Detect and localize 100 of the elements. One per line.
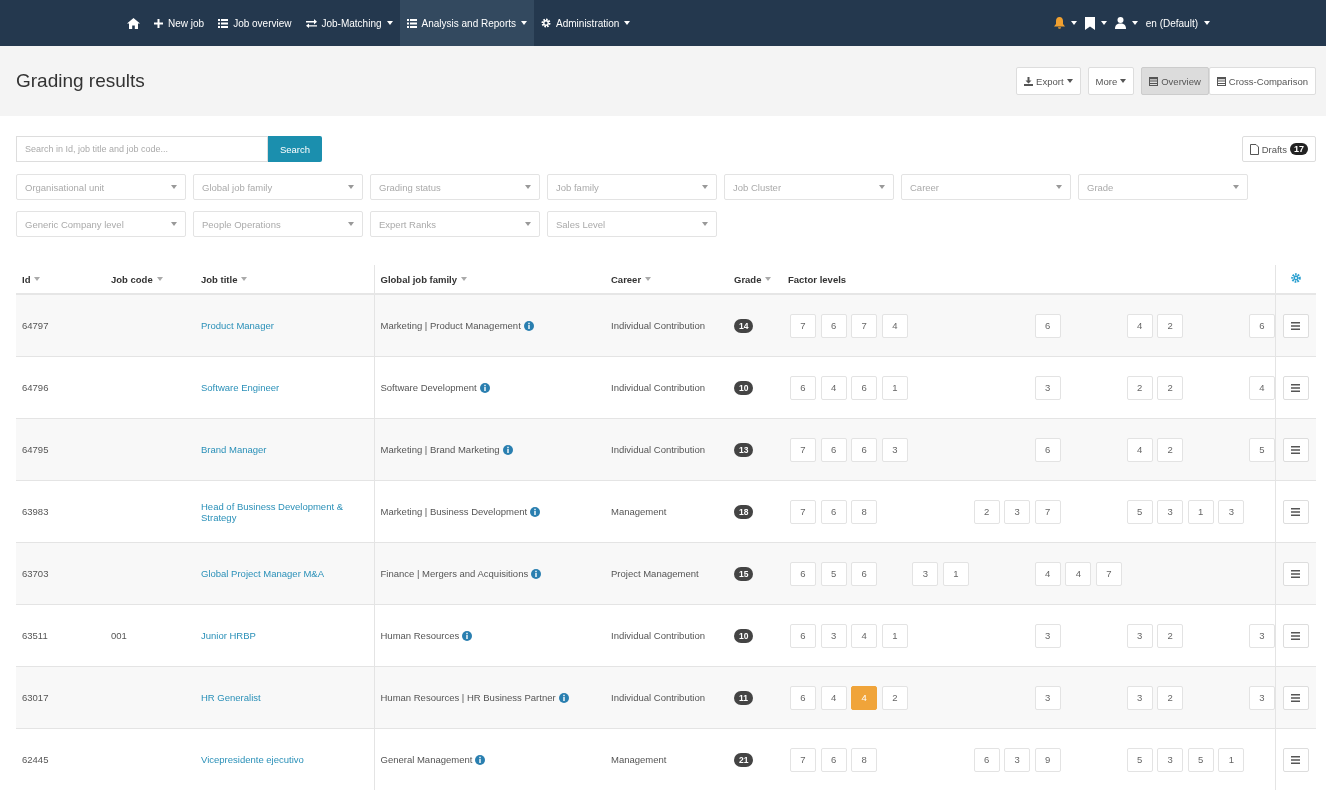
info-icon[interactable]	[530, 506, 541, 517]
filter-dropdown[interactable]: Grading status	[370, 174, 540, 200]
factor-level: 3	[1034, 685, 1061, 710]
factor-level: 5	[1126, 499, 1153, 524]
language-menu[interactable]: en (Default)	[1141, 0, 1214, 46]
factor-level: 6	[820, 499, 847, 524]
caret-icon	[1204, 21, 1210, 25]
home-icon	[127, 17, 140, 29]
caret-icon	[1066, 79, 1073, 83]
factor-level: 4	[881, 313, 908, 338]
nav-link[interactable]: New job	[147, 0, 212, 46]
factor-level: 6	[1034, 313, 1061, 338]
column-header: Factor levels	[788, 273, 847, 285]
sortable-header[interactable]: Career	[611, 273, 652, 285]
info-icon[interactable]	[523, 320, 534, 331]
user-icon	[1114, 17, 1126, 29]
filter-dropdown[interactable]: Global job family	[193, 174, 363, 200]
nav-link[interactable]: Administration	[534, 0, 638, 46]
factor-level: 7	[790, 313, 816, 338]
nav-link[interactable]: Analysis and Reports	[399, 0, 535, 46]
drafts-button[interactable]: Drafts 17	[1241, 136, 1316, 162]
caret-icon	[171, 185, 177, 189]
factor-level: 3	[881, 437, 908, 462]
export-button[interactable]: Export	[1016, 67, 1081, 95]
filter-dropdown[interactable]: Sales Level	[547, 211, 717, 237]
filter-dropdown[interactable]: People Operations	[193, 211, 363, 237]
factor-level: 4	[1126, 313, 1153, 338]
filter-dropdown[interactable]: Expert Ranks	[370, 211, 540, 237]
table-icon	[1149, 76, 1159, 86]
nav-link[interactable]: Job overview	[211, 0, 299, 46]
info-icon[interactable]	[479, 382, 490, 393]
count-badge: 17	[1290, 143, 1308, 155]
table-cell: Project Management	[611, 568, 699, 579]
filter-dropdown[interactable]: Job Cluster	[724, 174, 894, 200]
row-menu-button[interactable]	[1282, 561, 1309, 586]
factor-level: 4	[1126, 437, 1153, 462]
job-title-link[interactable]: Software Engineer	[201, 382, 280, 393]
job-title-link[interactable]: HR Generalist	[201, 692, 261, 703]
sortable-header[interactable]: Global job family	[380, 273, 468, 285]
factor-level: 3	[1157, 499, 1184, 524]
job-title-link[interactable]: Global Project Manager M&A	[201, 568, 325, 579]
sortable-header[interactable]: Job title	[201, 273, 248, 285]
exchange-icon	[305, 18, 317, 28]
nav-link[interactable]: Job-Matching	[298, 0, 400, 46]
sortable-header[interactable]: Id	[22, 273, 41, 285]
info-icon[interactable]	[462, 630, 473, 641]
info-icon[interactable]	[531, 568, 542, 579]
menu-icon	[1291, 445, 1301, 454]
factor-level: 1	[1218, 747, 1245, 772]
info-icon[interactable]	[502, 444, 513, 455]
search-field[interactable]: Search in Id, job title and job code...	[16, 136, 268, 162]
job-title-link[interactable]: Vicepresidente ejecutivo	[201, 754, 304, 765]
table-cell: Marketing | Product Management	[380, 320, 521, 331]
job-title-link[interactable]: Brand Manager	[201, 444, 267, 455]
search-button[interactable]: Search	[268, 136, 322, 162]
row-menu-button[interactable]	[1282, 685, 1309, 710]
filter-dropdown[interactable]: Generic Company level	[16, 211, 186, 237]
factor-level: 2	[1157, 375, 1184, 400]
table-icon	[1216, 76, 1226, 86]
table-cell: Management	[611, 754, 667, 765]
factor-level: 3	[1004, 747, 1031, 772]
more-button[interactable]: More	[1087, 67, 1135, 95]
sortable-header[interactable]: Job code	[111, 273, 163, 285]
factor-level: 5	[1126, 747, 1153, 772]
factor-level: 2	[1157, 623, 1184, 648]
sort-icon	[765, 277, 772, 281]
job-title-link[interactable]: Junior HRBP	[201, 630, 256, 641]
row-menu-button[interactable]	[1282, 623, 1309, 648]
row-menu-button[interactable]	[1282, 499, 1309, 524]
table-cell: Marketing | Brand Marketing	[380, 444, 500, 455]
filter-dropdown[interactable]: Job family	[547, 174, 717, 200]
sortable-header[interactable]: Grade	[734, 273, 772, 285]
factor-level: 6	[851, 375, 878, 400]
filter-dropdown[interactable]: Grade	[1078, 174, 1248, 200]
caret-icon	[702, 185, 708, 189]
view-toggle[interactable]: Overview	[1141, 67, 1209, 95]
caret-icon	[702, 222, 708, 226]
job-title-link[interactable]: Head of Business Development & Strategy	[201, 500, 368, 523]
caret-icon	[521, 21, 528, 25]
view-toggle[interactable]: Cross-Comparison	[1208, 67, 1316, 95]
row-menu-button[interactable]	[1282, 747, 1309, 772]
filter-dropdown[interactable]: Career	[901, 174, 1071, 200]
table-cell: 63703	[22, 568, 49, 579]
factor-level: 4	[851, 623, 878, 648]
info-icon[interactable]	[558, 692, 569, 703]
table-cell: Individual Contribution	[611, 444, 705, 455]
info-icon[interactable]	[475, 754, 486, 765]
row-menu-button[interactable]	[1282, 375, 1309, 400]
factor-level: 8	[851, 499, 878, 524]
job-title-link[interactable]: Product Manager	[201, 320, 274, 331]
table-cell: 64795	[22, 444, 49, 455]
settings-icon[interactable]	[1290, 273, 1301, 283]
sort-icon	[241, 277, 248, 281]
row-menu-button[interactable]	[1282, 437, 1309, 462]
table-cell: General Management	[380, 754, 473, 765]
row-menu-button[interactable]	[1282, 313, 1309, 338]
caret-icon	[525, 222, 531, 226]
grade-badge: 10	[734, 628, 754, 643]
factor-level: 3	[1157, 747, 1184, 772]
filter-dropdown[interactable]: Organisational unit	[16, 174, 186, 200]
